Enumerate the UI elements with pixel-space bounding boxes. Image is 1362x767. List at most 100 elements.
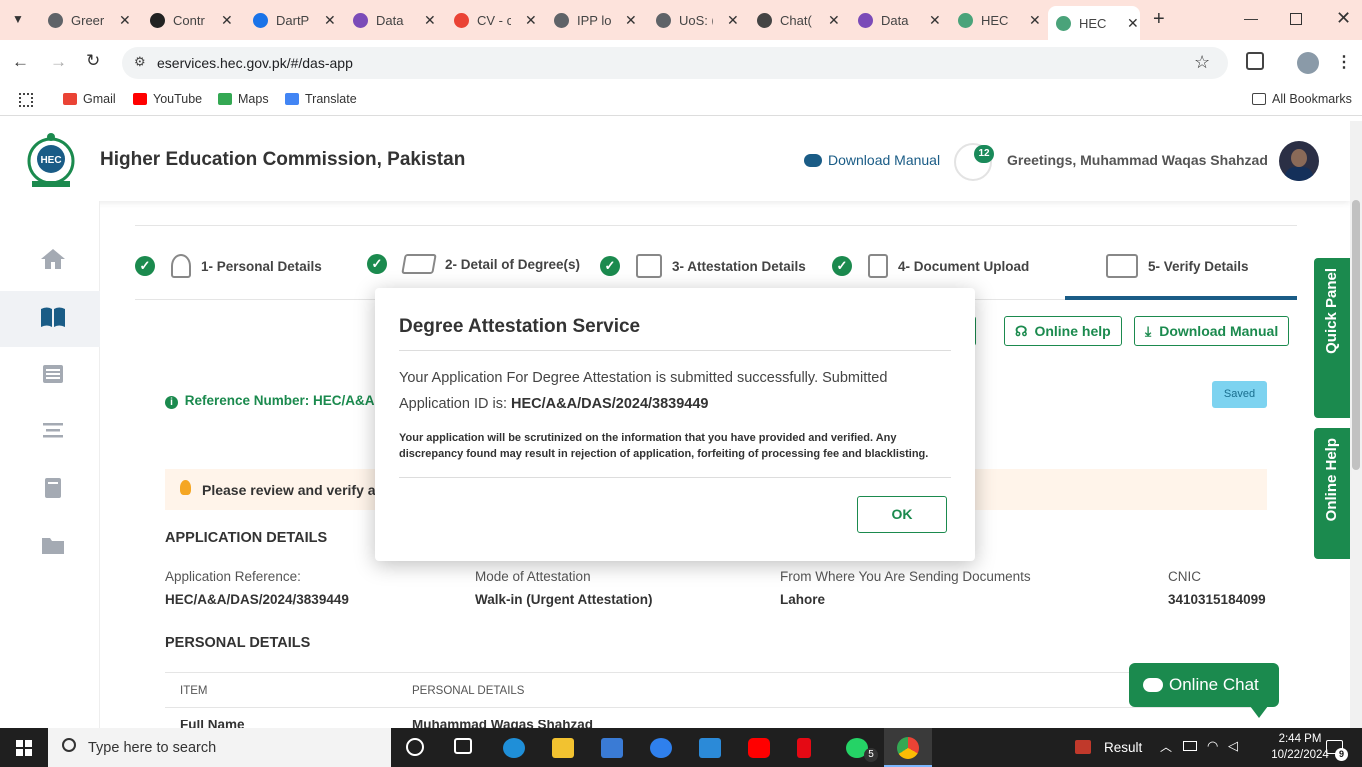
windows-start-icon[interactable]: [0, 728, 48, 767]
close-icon[interactable]: ✕: [1029, 12, 1041, 29]
browser-tab[interactable]: Chat(✕: [749, 4, 845, 36]
browser-tab[interactable]: UoS: ( ✕: [648, 4, 744, 36]
restore-icon[interactable]: [1290, 13, 1302, 25]
browser-tab[interactable]: DartP ✕: [245, 4, 341, 36]
close-icon[interactable]: ✕: [119, 12, 131, 29]
close-icon[interactable]: ✕: [324, 12, 336, 29]
battery-icon[interactable]: [1183, 741, 1197, 751]
bookmark-label: Translate: [305, 92, 357, 106]
browser-tab[interactable]: Greer ✕: [40, 4, 136, 36]
browser-tab[interactable]: Contr ✕: [142, 4, 238, 36]
tab-title: UoS: (: [679, 12, 713, 28]
close-icon[interactable]: ✕: [221, 12, 233, 29]
bookmark-label: Maps: [238, 92, 269, 106]
tray-label[interactable]: Result: [1104, 740, 1142, 755]
back-icon[interactable]: ←: [12, 52, 29, 72]
close-window-icon[interactable]: ✕: [1336, 8, 1351, 29]
modal-warning: Your application will be scrutinized on …: [399, 432, 929, 460]
modal-title: Degree Attestation Service: [399, 316, 641, 337]
success-modal: Degree Attestation Service Your Applicat…: [375, 288, 975, 561]
tab-favicon-icon: [554, 12, 569, 28]
tab-title: HEC: [981, 12, 1009, 28]
search-icon: [62, 738, 76, 752]
youtube-icon[interactable]: [748, 738, 770, 758]
windows-taskbar: Type here to search 5 Result ︿ ◠ ◁ 2:44 …: [0, 728, 1362, 767]
minimize-icon[interactable]: —: [1244, 10, 1258, 26]
new-tab-button[interactable]: +: [1153, 8, 1165, 31]
task-view-icon[interactable]: [454, 738, 472, 754]
application-id: HEC/A&A/DAS/2024/3839449: [511, 396, 709, 412]
site-info-icon[interactable]: ⚙: [134, 54, 146, 70]
vscode-icon[interactable]: [699, 738, 721, 758]
browser-tab[interactable]: Data ✕: [345, 4, 441, 36]
tab-favicon-icon: [253, 12, 268, 28]
modal-message: Your Application For Degree Attestation …: [399, 365, 959, 417]
result-app-icon[interactable]: [1075, 740, 1091, 754]
store-icon[interactable]: [601, 738, 623, 758]
youtube-icon: [133, 93, 147, 105]
cortana-icon[interactable]: [406, 738, 424, 756]
wifi-icon[interactable]: ◠: [1207, 738, 1218, 754]
bookmarks-bar: Gmail YouTube Maps Translate All Bookmarks: [0, 84, 1362, 116]
tab-title: IPP lo: [577, 12, 611, 28]
forward-icon[interactable]: →: [50, 52, 67, 72]
taskbar-search[interactable]: Type here to search: [48, 728, 391, 767]
modal-divider: [399, 477, 951, 478]
taskbar-search-placeholder: Type here to search: [88, 739, 217, 756]
tab-favicon-icon: [958, 12, 973, 28]
chevron-up-icon[interactable]: ︿: [1160, 738, 1172, 755]
menu-icon[interactable]: ⋮: [1336, 52, 1352, 72]
tab-favicon-icon: [454, 12, 469, 28]
profile-avatar-icon[interactable]: [1297, 52, 1319, 74]
tab-favicon-icon: [48, 12, 63, 28]
reload-icon[interactable]: ↻: [86, 51, 100, 71]
apps-grid-icon[interactable]: [19, 93, 33, 107]
browser-tab[interactable]: Data ✕: [850, 4, 946, 36]
tab-title: CV - c: [477, 12, 511, 28]
address-bar[interactable]: ⚙ eservices.hec.gov.pk/#/das-app ☆: [122, 47, 1228, 79]
tab-title: Data: [881, 12, 909, 28]
bookmark-star-icon[interactable]: ☆: [1194, 52, 1210, 73]
extensions-icon[interactable]: [1246, 52, 1264, 70]
volume-icon[interactable]: ◁: [1228, 738, 1238, 754]
close-icon[interactable]: ✕: [1127, 15, 1139, 32]
app-icon[interactable]: [650, 738, 672, 758]
browser-tab-bar: ▼ Greer ✕ Contr ✕ DartP ✕ Data ✕ CV - c ✕ IPP lo ✕ U…: [0, 0, 1362, 40]
close-icon[interactable]: ✕: [525, 12, 537, 29]
bookmark-maps[interactable]: Maps: [218, 92, 269, 106]
tab-title: Data: [376, 12, 404, 28]
tab-title: DartP: [276, 12, 310, 28]
tab-favicon-icon: [150, 12, 165, 28]
tab-title: Contr: [173, 12, 205, 28]
modal-divider: [399, 350, 951, 351]
close-icon[interactable]: ✕: [727, 12, 739, 29]
tab-title: HEC: [1079, 15, 1107, 31]
close-icon[interactable]: ✕: [625, 12, 637, 29]
browser-tab[interactable]: HEC ✕: [950, 4, 1046, 36]
close-icon[interactable]: ✕: [424, 12, 436, 29]
all-bookmarks-link[interactable]: All Bookmarks: [1252, 92, 1352, 106]
ok-button[interactable]: OK: [857, 496, 947, 533]
close-icon[interactable]: ✕: [929, 12, 941, 29]
browser-tab[interactable]: IPP lo ✕: [546, 4, 642, 36]
tab-favicon-icon: [656, 12, 671, 28]
tab-title: Greer: [71, 12, 105, 28]
folder-icon: [1252, 93, 1266, 105]
gmail-icon: [63, 93, 77, 105]
chrome-icon: [897, 737, 919, 759]
translate-icon: [285, 93, 299, 105]
bookmark-translate[interactable]: Translate: [285, 92, 357, 106]
chrome-active-tile[interactable]: [884, 728, 932, 767]
file-explorer-icon[interactable]: [552, 738, 574, 758]
tab-search-icon[interactable]: ▼: [12, 12, 24, 26]
edge-icon[interactable]: [503, 738, 525, 758]
close-icon[interactable]: ✕: [828, 12, 840, 29]
bookmark-youtube[interactable]: YouTube: [133, 92, 202, 106]
browser-tab[interactable]: CV - c ✕: [446, 4, 542, 36]
tab-favicon-icon: [757, 12, 772, 28]
tab-active[interactable]: HEC ✕: [1048, 6, 1140, 40]
system-clock[interactable]: 2:44 PM 10/22/2024: [1270, 731, 1330, 763]
bookmark-gmail[interactable]: Gmail: [63, 92, 116, 106]
tab-favicon-icon: [858, 12, 873, 28]
netflix-icon[interactable]: [797, 738, 811, 758]
